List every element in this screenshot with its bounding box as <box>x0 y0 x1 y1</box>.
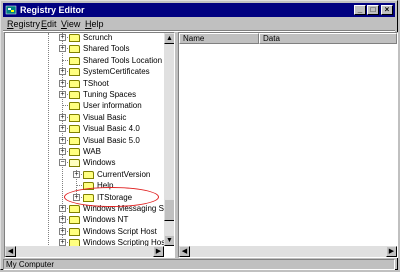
tree-item-user-information[interactable]: User information <box>5 100 164 111</box>
folder-icon <box>69 34 80 42</box>
tree-horizontal-scrollbar[interactable]: ◀ ▶ <box>5 246 164 257</box>
expand-toggle[interactable]: + <box>59 227 66 235</box>
tree-item-scrunch[interactable]: + Scrunch <box>5 33 164 43</box>
tree-item-label: Visual Basic <box>83 112 127 122</box>
list-scroll-left-button[interactable]: ◀ <box>179 246 190 257</box>
folder-icon <box>69 227 80 236</box>
expand-toggle[interactable]: + <box>59 45 66 53</box>
column-header-data[interactable]: Data <box>259 33 397 44</box>
folder-icon <box>69 79 80 88</box>
tree-item-label: Shared Tools Location <box>83 55 163 65</box>
scroll-down-button[interactable]: ▼ <box>164 235 174 246</box>
tree-item-windows-script-host[interactable]: + Windows Script Host <box>5 226 164 237</box>
expand-toggle[interactable]: + <box>59 125 66 133</box>
tree-item-tshoot[interactable]: + TShoot <box>5 78 164 89</box>
expand-toggle[interactable]: + <box>59 148 66 155</box>
tree-item-label: Windows NT <box>83 215 129 225</box>
menu-edit[interactable]: Edit <box>41 18 57 30</box>
tree-item-visual-basic[interactable]: + Visual Basic <box>5 112 164 123</box>
list-horizontal-scrollbar[interactable]: ◀ ▶ <box>179 246 397 257</box>
tree-item-shared-tools[interactable]: + Shared Tools <box>5 43 164 54</box>
tree-item-currentversion[interactable]: + CurrentVersion <box>5 169 164 180</box>
tree-item-label: WAB <box>83 147 101 156</box>
tree-vertical-scrollbar[interactable]: ▲ ▼ <box>164 33 174 246</box>
column-header-name[interactable]: Name <box>179 33 259 44</box>
folder-icon <box>69 68 80 77</box>
menu-bar: Registry Edit View Help <box>3 18 395 30</box>
folder-icon <box>69 56 80 65</box>
values-list-pane[interactable]: Name Data ◀ ▶ <box>178 32 398 258</box>
tree-scroll-thumb[interactable] <box>164 199 174 221</box>
tree-item-label: Tuning Spaces <box>83 90 137 99</box>
expand-toggle[interactable]: + <box>59 79 66 87</box>
scroll-up-button[interactable]: ▲ <box>164 33 174 44</box>
tree-item-windows[interactable]: − Windows <box>5 157 164 168</box>
status-text: My Computer <box>3 259 395 270</box>
tree-item-label: Visual Basic 4.0 <box>83 124 140 134</box>
menu-help[interactable]: Help <box>85 18 104 30</box>
tree-item-visual-basic-5-0[interactable]: + Visual Basic 5.0 <box>5 135 164 146</box>
expand-toggle[interactable]: + <box>59 136 66 144</box>
folder-icon <box>69 102 80 111</box>
tree-scroll-left-button[interactable]: ◀ <box>5 246 16 257</box>
folder-icon <box>69 113 80 122</box>
tree-item-windows-nt[interactable]: + Windows NT <box>5 214 164 225</box>
tree-item-label: TShoot <box>83 78 109 88</box>
registry-app-icon <box>5 5 17 15</box>
tree-item-wab[interactable]: + WAB <box>5 146 164 157</box>
tree-item-label: CurrentVersion <box>97 169 151 179</box>
folder-icon <box>69 216 80 225</box>
folder-icon <box>69 125 80 134</box>
collapse-toggle[interactable]: − <box>59 159 66 167</box>
folder-icon <box>83 170 94 179</box>
folder-icon <box>69 136 80 145</box>
folder-icon <box>69 205 80 213</box>
expand-toggle[interactable]: + <box>59 91 66 98</box>
minimize-button[interactable]: _ <box>354 5 366 15</box>
folder-icon <box>69 91 80 99</box>
expand-toggle[interactable]: + <box>59 68 66 76</box>
registry-tree-pane[interactable]: + Scrunch + Shared Tools Shared Tools Locati… <box>4 32 175 258</box>
menu-view[interactable]: View <box>61 18 80 30</box>
list-scroll-right-button[interactable]: ▶ <box>386 246 397 257</box>
maximize-button[interactable]: □ <box>367 5 379 15</box>
tree-item-shared-tools-location[interactable]: Shared Tools Location <box>5 55 164 66</box>
folder-icon <box>69 148 80 156</box>
tree-item-label: Windows Script Host <box>83 226 157 236</box>
tree-item-label: Windows <box>83 158 116 168</box>
tree-item-label: Visual Basic 5.0 <box>83 135 140 145</box>
red-annotation-circle <box>64 187 159 207</box>
registry-editor-window: Registry Editor _ □ × Registry Edit View… <box>0 0 398 270</box>
tree-item-systemcertificates[interactable]: + SystemCertificates <box>5 66 164 77</box>
window-title: Registry Editor <box>20 5 85 15</box>
tree-item-label: Scrunch <box>83 33 113 42</box>
tree-item-label: SystemCertificates <box>83 67 150 77</box>
tree-scroll-right-button[interactable]: ▶ <box>153 246 164 257</box>
open-folder-icon <box>69 159 80 168</box>
title-bar[interactable]: Registry Editor _ □ × <box>3 3 395 17</box>
tree-item-visual-basic-4-0[interactable]: + Visual Basic 4.0 <box>5 123 164 134</box>
expand-toggle[interactable]: + <box>59 205 66 212</box>
tree-item-label: Shared Tools <box>83 44 130 54</box>
menu-registry[interactable]: Registry <box>7 18 40 30</box>
status-bar: My Computer <box>3 259 397 270</box>
expand-toggle[interactable]: + <box>59 216 66 224</box>
expand-toggle[interactable]: + <box>59 113 66 121</box>
tree-item-tuning-spaces[interactable]: + Tuning Spaces <box>5 89 164 100</box>
folder-icon <box>69 45 80 54</box>
expand-toggle[interactable]: + <box>59 34 66 41</box>
expand-toggle[interactable]: + <box>73 170 80 178</box>
close-button[interactable]: × <box>381 5 393 15</box>
tree-item-label: User information <box>83 101 142 111</box>
